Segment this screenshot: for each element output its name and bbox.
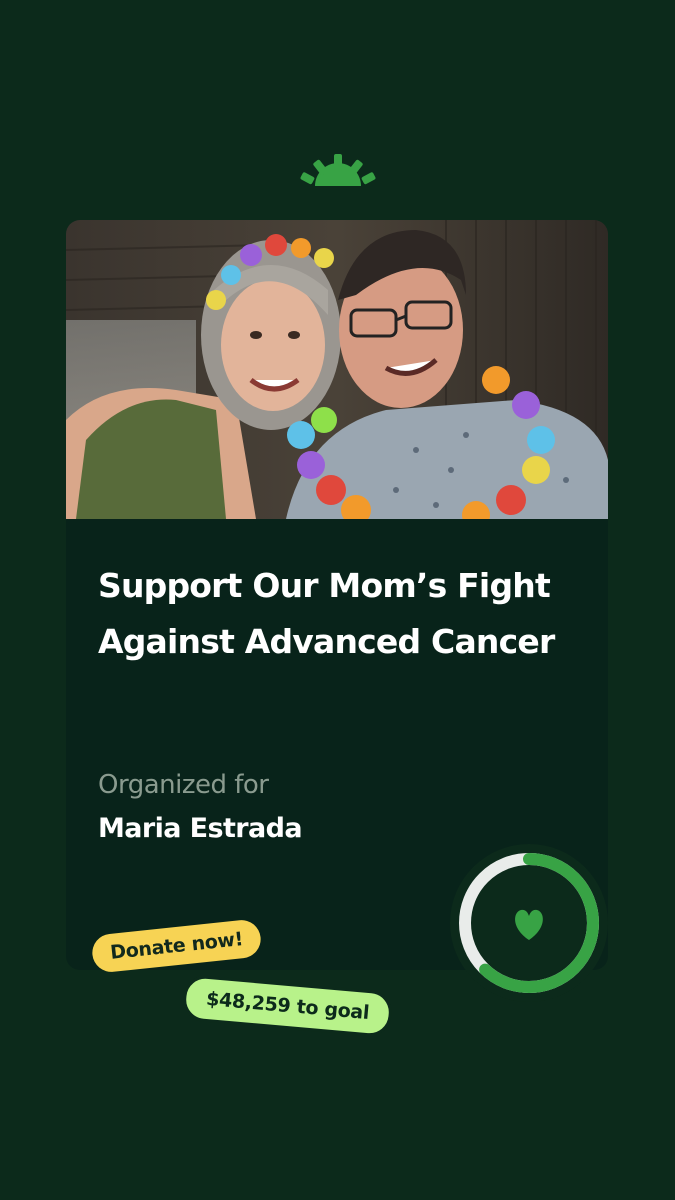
campaign-title: Support Our Mom’s Fight Against Advanced… bbox=[98, 566, 555, 661]
sunrise-logo-icon bbox=[300, 154, 376, 186]
beneficiary-name: Maria Estrada bbox=[98, 813, 303, 844]
campaign-share-card-page: Support Our Mom’s Fight Against Advanced… bbox=[0, 0, 675, 1200]
donation-progress-ring bbox=[450, 844, 608, 1002]
organized-for-label: Organized for bbox=[98, 770, 269, 800]
goal-remaining-badge: $48,259 to goal bbox=[181, 973, 395, 1039]
campaign-photo bbox=[66, 220, 608, 519]
